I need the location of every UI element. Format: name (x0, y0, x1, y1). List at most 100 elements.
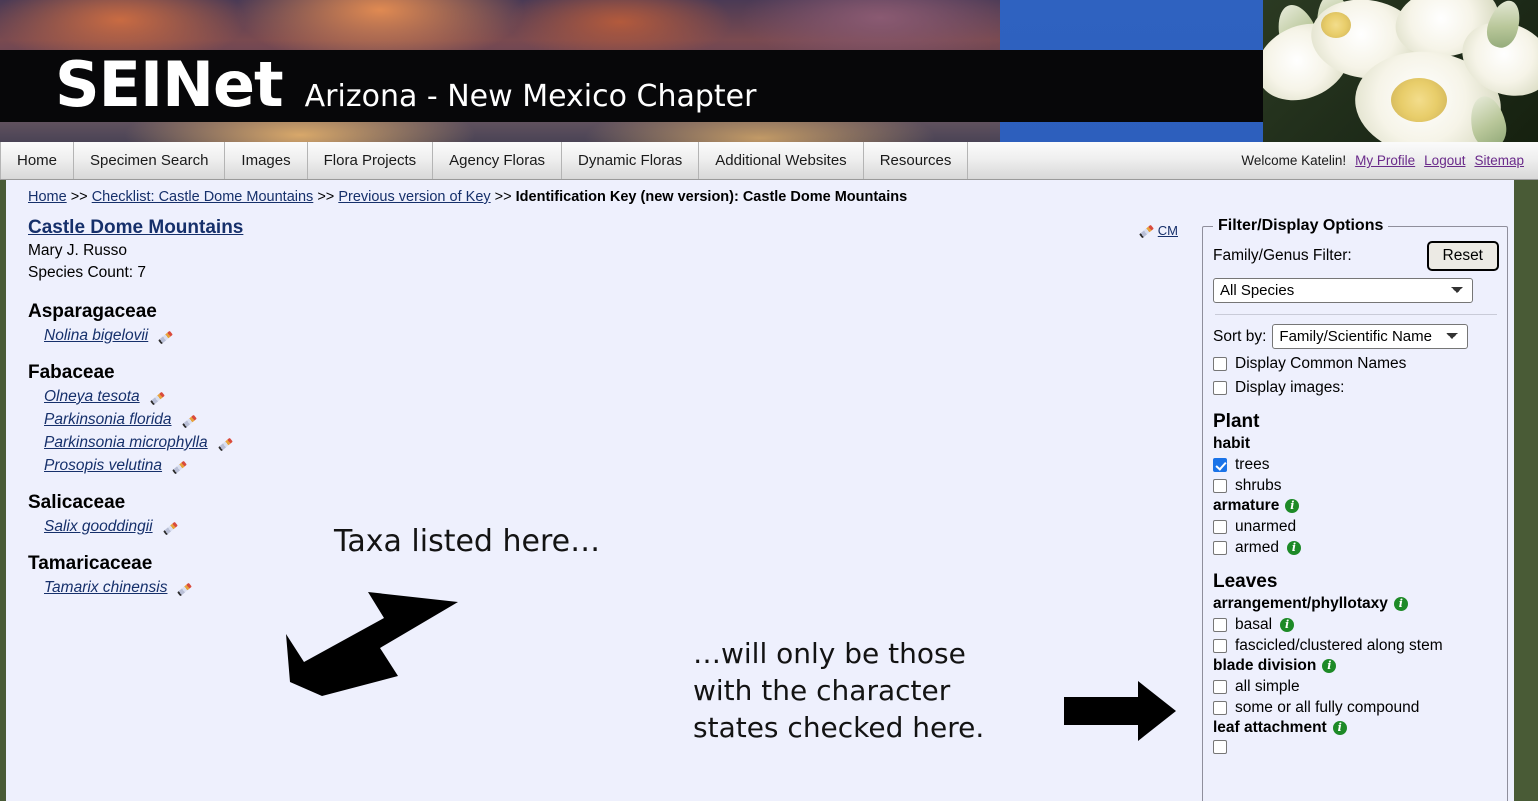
nav-item-flora-projects[interactable]: Flora Projects (308, 142, 434, 179)
state-row-some-or-all-fully-compound[interactable]: some or all fully compound (1213, 699, 1499, 717)
info-icon[interactable]: i (1332, 721, 1347, 735)
breadcrumb-home[interactable]: Home (28, 189, 67, 205)
display-images-checkbox[interactable] (1213, 381, 1227, 395)
state-row-trees[interactable]: trees (1213, 456, 1499, 474)
reset-button[interactable]: Reset (1426, 241, 1499, 271)
state-checkbox-armed[interactable] (1213, 541, 1227, 555)
state-checkbox-shrubs[interactable] (1213, 479, 1227, 493)
filter-options-legend: Filter/Display Options (1218, 217, 1384, 234)
pencil-icon[interactable] (181, 413, 198, 428)
nav-item-resources[interactable]: Resources (864, 142, 969, 179)
sort-by-select[interactable]: Family/Scientific Name (1272, 324, 1469, 349)
state-row-all-simple[interactable]: all simple (1213, 678, 1499, 696)
state-checkbox-clipped[interactable] (1213, 740, 1227, 754)
cm-edit-link-block: CM (1138, 223, 1178, 238)
pencil-icon[interactable] (176, 581, 193, 596)
state-checkbox-fascicled[interactable] (1213, 639, 1227, 653)
group-title-leaves: Leaves (1213, 571, 1278, 592)
filter-display-options-panel: Filter/Display Options Family/Genus Filt… (1202, 217, 1508, 801)
taxon-row: Salix gooddingii (44, 518, 1196, 536)
family-genus-select[interactable]: All Species (1213, 278, 1473, 303)
state-checkbox-basal[interactable] (1213, 618, 1227, 632)
family-genus-filter-label: Family/Genus Filter: (1213, 247, 1352, 264)
taxon-link[interactable]: Salix gooddingii (44, 518, 153, 536)
display-common-names-row[interactable]: Display Common Names (1213, 355, 1499, 373)
state-row-basal[interactable]: basal i (1213, 616, 1499, 634)
nav-item-images[interactable]: Images (225, 142, 308, 179)
taxon-link[interactable]: Parkinsonia florida (44, 411, 172, 429)
state-checkbox-unarmed[interactable] (1213, 520, 1227, 534)
sort-by-label: Sort by: (1213, 327, 1267, 345)
character-label-leaf-attachment: leaf attachment (1213, 719, 1327, 736)
state-row-shrubs[interactable]: shrubs (1213, 477, 1499, 495)
banner-title-block: SEINet Arizona - New Mexico Chapter (55, 54, 756, 116)
taxa-list-column: CM Castle Dome Mountains Mary J. Russo S… (6, 211, 1196, 602)
display-common-names-checkbox[interactable] (1213, 357, 1227, 371)
checklist-title[interactable]: Castle Dome Mountains (28, 217, 243, 239)
character-title-blade-division: blade division i (1213, 657, 1499, 675)
breadcrumb: Home >> Checklist: Castle Dome Mountains… (6, 180, 1514, 211)
state-row-clipped[interactable] (1213, 740, 1499, 754)
checklist-author: Mary J. Russo (28, 242, 128, 259)
taxon-link[interactable]: Olneya tesota (44, 388, 140, 406)
cm-link[interactable]: CM (1158, 223, 1178, 238)
my-profile-link[interactable]: My Profile (1355, 153, 1415, 168)
user-session-links: Welcome Katelin! My Profile Logout Sitem… (1241, 142, 1538, 179)
pencil-icon[interactable] (149, 390, 166, 405)
taxon-link[interactable]: Nolina bigelovii (44, 327, 148, 345)
state-label-shrubs: shrubs (1235, 477, 1282, 494)
filter-options-fieldset: Filter/Display Options Family/Genus Filt… (1202, 217, 1508, 801)
info-icon[interactable]: i (1280, 618, 1295, 632)
taxon-row: Parkinsonia microphylla (44, 434, 1196, 452)
taxon-link[interactable]: Prosopis velutina (44, 457, 162, 475)
state-checkbox-trees[interactable] (1213, 458, 1227, 472)
sitemap-link[interactable]: Sitemap (1474, 153, 1524, 168)
character-title-habit: habit (1213, 435, 1499, 453)
saguaro-flowers-image (1263, 0, 1538, 142)
taxon-link[interactable]: Parkinsonia microphylla (44, 434, 208, 452)
state-row-fascicled[interactable]: fascicled/clustered along stem (1213, 637, 1499, 655)
pencil-icon[interactable] (217, 436, 234, 451)
breadcrumb-separator-2: >> (317, 189, 335, 205)
breadcrumb-checklist[interactable]: Checklist: Castle Dome Mountains (92, 189, 314, 205)
character-title-leaf-attachment: leaf attachment i (1213, 719, 1499, 737)
state-label-unarmed: unarmed (1235, 518, 1297, 535)
nav-item-specimen-search[interactable]: Specimen Search (74, 142, 226, 179)
family-heading: Tamaricaceae (28, 553, 153, 574)
taxon-row: Parkinsonia florida (44, 411, 1196, 429)
taxon-link[interactable]: Tamarix chinensis (44, 579, 167, 597)
welcome-message: Welcome Katelin! (1241, 153, 1347, 168)
nav-item-additional-websites[interactable]: Additional Websites (699, 142, 864, 179)
main-navigation-bar: Home Specimen Search Images Flora Projec… (0, 142, 1538, 180)
pencil-icon[interactable] (1138, 223, 1155, 238)
group-title-plant: Plant (1213, 411, 1260, 432)
info-icon[interactable]: i (1286, 541, 1301, 555)
pencil-icon[interactable] (162, 520, 179, 535)
taxon-row: Prosopis velutina (44, 457, 1196, 475)
breadcrumb-separator-3: >> (494, 189, 512, 205)
state-checkbox-some-or-all-fully-compound[interactable] (1213, 701, 1227, 715)
character-label-blade-division: blade division (1213, 657, 1317, 674)
annotation-arrow-right (1064, 681, 1176, 741)
taxon-row: Olneya tesota (44, 388, 1196, 406)
display-images-row[interactable]: Display images: (1213, 379, 1499, 397)
state-row-armed[interactable]: armed i (1213, 539, 1499, 557)
info-icon[interactable]: i (1285, 499, 1300, 513)
state-row-unarmed[interactable]: unarmed (1213, 518, 1499, 536)
seinet-logo: SEINet (55, 48, 284, 121)
nav-item-agency-floras[interactable]: Agency Floras (433, 142, 563, 179)
sort-by-row: Sort by: Family/Scientific Name (1213, 324, 1499, 349)
state-checkbox-all-simple[interactable] (1213, 680, 1227, 694)
state-label-all-simple: all simple (1235, 678, 1300, 695)
character-title-armature: armature i (1213, 497, 1499, 515)
info-icon[interactable]: i (1393, 597, 1408, 611)
nav-item-home[interactable]: Home (0, 142, 75, 179)
logout-link[interactable]: Logout (1424, 153, 1465, 168)
info-icon[interactable]: i (1322, 659, 1337, 673)
nav-items: Home Specimen Search Images Flora Projec… (0, 142, 969, 179)
nav-item-dynamic-floras[interactable]: Dynamic Floras (562, 142, 700, 179)
breadcrumb-previous-key[interactable]: Previous version of Key (338, 189, 490, 205)
pencil-icon[interactable] (171, 459, 188, 474)
pencil-icon[interactable] (157, 329, 174, 344)
species-count: Species Count: 7 (28, 264, 147, 281)
